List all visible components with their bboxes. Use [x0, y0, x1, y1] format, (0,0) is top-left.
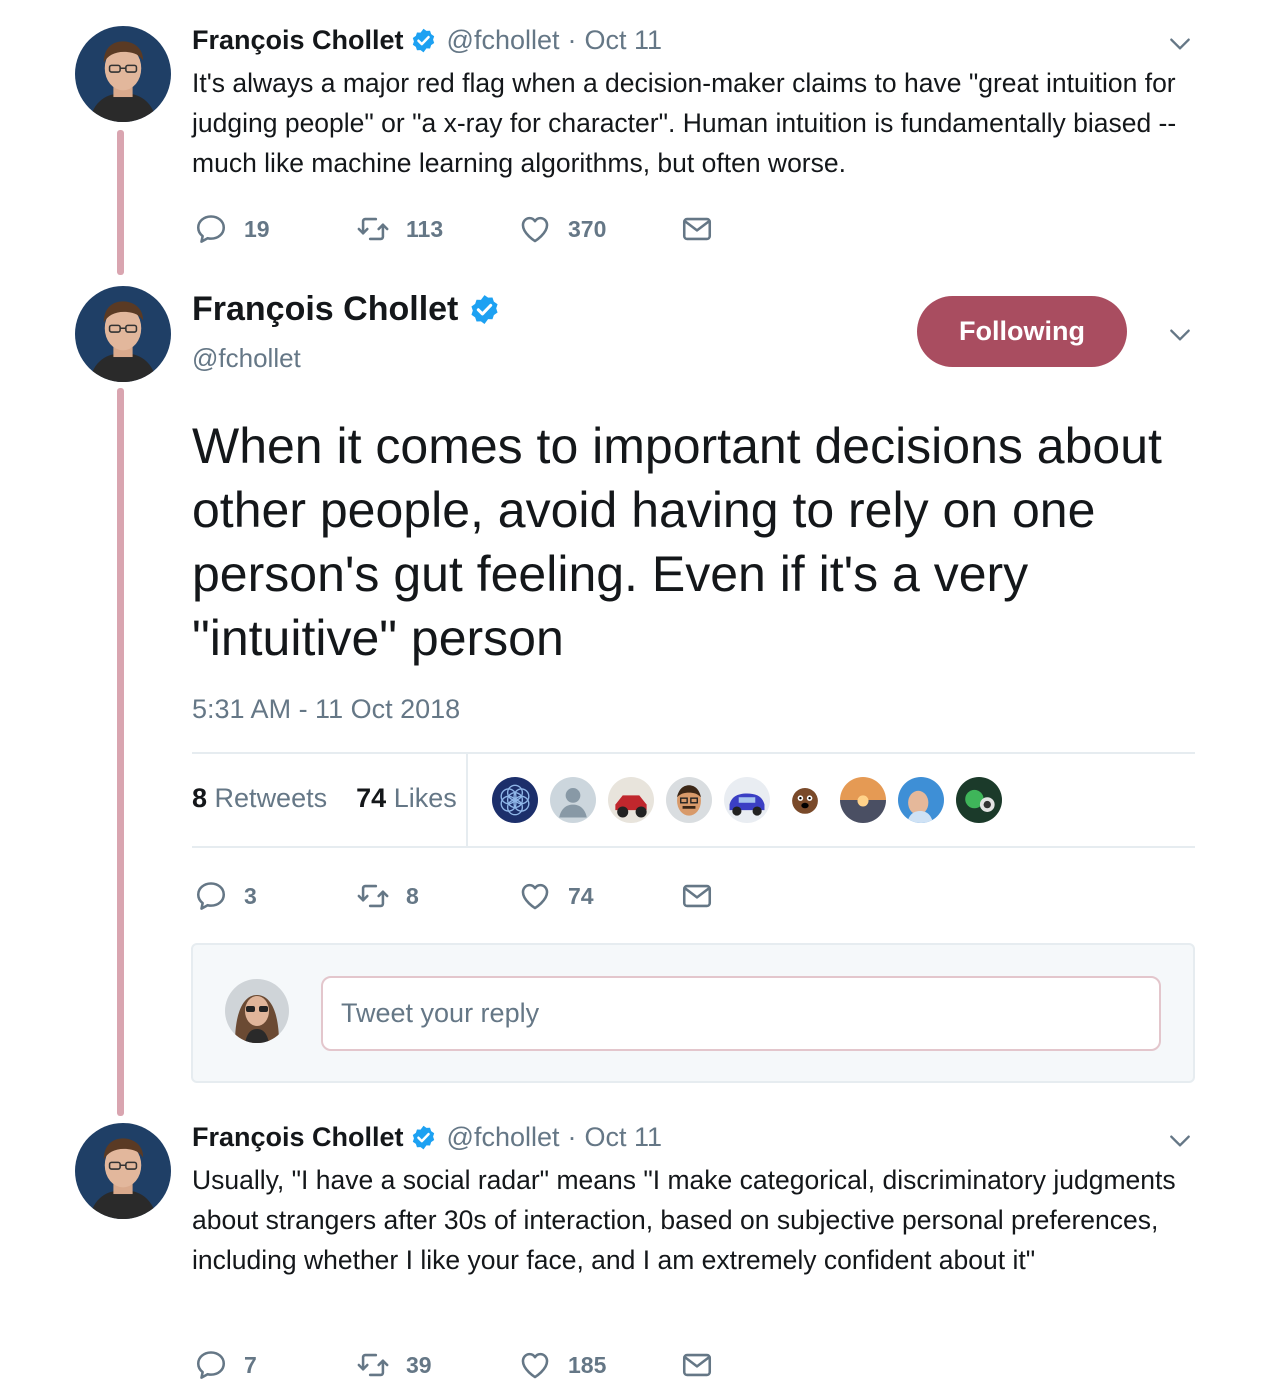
author-name[interactable]: François Chollet: [192, 290, 458, 329]
separator: ·: [567, 1122, 577, 1152]
chevron-down-icon[interactable]: [1167, 31, 1193, 57]
tweet1-header: François Chollet @fchollet · Oct 11: [192, 25, 662, 56]
divider: [192, 752, 1195, 754]
reply-count: 19: [244, 215, 270, 242]
like-button[interactable]: 185: [518, 1348, 680, 1382]
retweet-icon: [356, 1348, 390, 1382]
engagement-stats: 8 Retweets 74 Likes: [192, 783, 457, 814]
thread-line-middle: [117, 388, 124, 1116]
message-button[interactable]: [680, 1348, 714, 1382]
retweet-icon: [356, 879, 390, 913]
liker-avatar[interactable]: [722, 775, 772, 825]
liker-avatar[interactable]: [838, 775, 888, 825]
likes-stat-label: Likes: [393, 783, 457, 813]
message-icon: [680, 212, 714, 246]
reply-icon: [194, 212, 228, 246]
reply-button[interactable]: 3: [194, 879, 356, 913]
author-handle[interactable]: @fchollet: [447, 1122, 560, 1153]
retweet-button[interactable]: 8: [356, 879, 518, 913]
likes-stat-count: 74: [356, 783, 387, 813]
current-user-avatar[interactable]: [225, 979, 289, 1043]
divider-vertical: [466, 753, 468, 848]
retweets-stat-count: 8: [192, 783, 208, 813]
like-count: 370: [568, 215, 607, 242]
like-count: 74: [568, 882, 594, 909]
reply-count: 7: [244, 1351, 257, 1378]
liker-avatar[interactable]: [954, 775, 1004, 825]
liker-avatar[interactable]: [780, 775, 830, 825]
tweet-text: Usually, "I have a social radar" means "…: [192, 1165, 1176, 1275]
separator: ·: [567, 25, 577, 55]
verified-icon: [468, 293, 501, 326]
tweet3-actions: 7 39 185: [194, 1348, 714, 1382]
following-button[interactable]: Following: [917, 296, 1127, 367]
liker-avatars: [490, 775, 1012, 825]
main-author-name-row: François Chollet: [192, 290, 501, 329]
tweet-timestamp[interactable]: 5:31 AM - 11 Oct 2018: [192, 694, 460, 725]
main-tweet-text: When it comes to important decisions abo…: [192, 418, 1162, 666]
like-icon: [518, 1348, 552, 1382]
liker-avatar[interactable]: [606, 775, 656, 825]
retweet-button[interactable]: 39: [356, 1348, 518, 1382]
avatar-main[interactable]: [75, 286, 171, 382]
author-handle[interactable]: @fchollet: [447, 25, 560, 56]
author-handle[interactable]: @fchollet: [192, 343, 301, 374]
retweet-icon: [356, 212, 390, 246]
liker-avatar[interactable]: [548, 775, 598, 825]
main-tweet-actions: 3 8 74: [194, 879, 714, 913]
retweets-stat-label: Retweets: [214, 783, 328, 813]
like-icon: [518, 212, 552, 246]
reply-count: 3: [244, 882, 257, 909]
tweet3-header: François Chollet @fchollet · Oct 11: [192, 1122, 662, 1153]
chevron-down-icon[interactable]: [1167, 1128, 1193, 1154]
reply-button[interactable]: 19: [194, 212, 356, 246]
divider: [192, 846, 1195, 848]
liker-avatar[interactable]: [896, 775, 946, 825]
verified-icon: [410, 27, 437, 54]
likes-stat[interactable]: 74 Likes: [356, 783, 457, 813]
message-button[interactable]: [680, 879, 714, 913]
thread-line-top: [117, 130, 124, 275]
retweet-count: 113: [406, 215, 444, 242]
reply-input[interactable]: [321, 976, 1161, 1051]
reply-icon: [194, 879, 228, 913]
retweet-button[interactable]: 113: [356, 212, 518, 246]
tweet-date[interactable]: Oct 11: [585, 25, 663, 56]
chevron-down-icon[interactable]: [1167, 322, 1193, 348]
retweet-count: 39: [406, 1351, 432, 1378]
author-name[interactable]: François Chollet: [192, 25, 404, 56]
verified-icon: [410, 1124, 437, 1151]
message-icon: [680, 1348, 714, 1382]
message-button[interactable]: [680, 212, 714, 246]
like-button[interactable]: 74: [518, 879, 680, 913]
tweet1-actions: 19 113 370: [194, 212, 714, 246]
like-icon: [518, 879, 552, 913]
retweets-stat[interactable]: 8 Retweets: [192, 783, 327, 813]
reply-button[interactable]: 7: [194, 1348, 356, 1382]
message-icon: [680, 879, 714, 913]
tweet-text: It's always a major red flag when a deci…: [192, 68, 1177, 178]
reply-icon: [194, 1348, 228, 1382]
author-name[interactable]: François Chollet: [192, 1122, 404, 1153]
like-button[interactable]: 370: [518, 212, 680, 246]
avatar-tweet3[interactable]: [75, 1123, 171, 1219]
avatar-tweet1[interactable]: [75, 26, 171, 122]
retweet-count: 8: [406, 882, 419, 909]
liker-avatar[interactable]: [490, 775, 540, 825]
like-count: 185: [568, 1351, 607, 1378]
liker-avatar[interactable]: [664, 775, 714, 825]
tweet-date[interactable]: Oct 11: [585, 1122, 663, 1153]
